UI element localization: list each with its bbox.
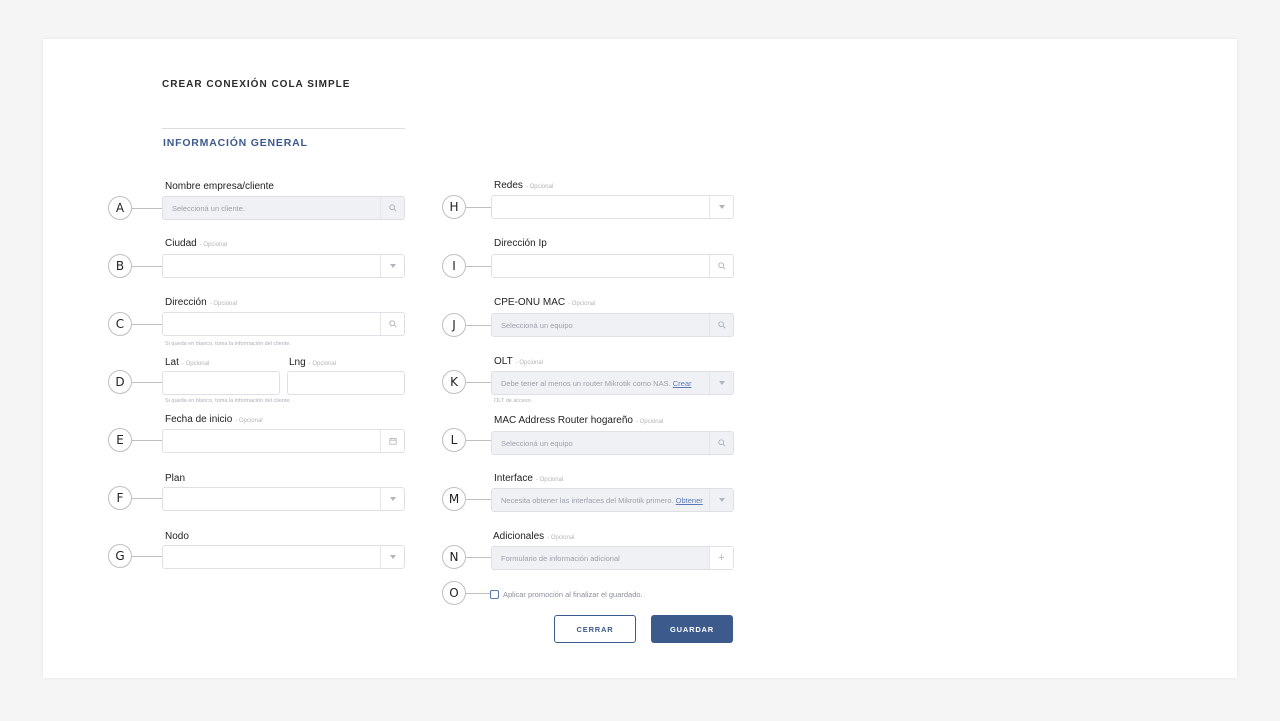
marker-connector [466,440,491,441]
calendar-icon[interactable] [380,430,404,452]
mac-router-select[interactable]: Seleccioná un equipo [491,431,734,455]
marker-connector [132,208,162,209]
marker-g: G [108,544,132,568]
save-button[interactable]: GUARDAR [651,615,733,643]
marker-c: C [108,312,132,336]
address-input[interactable] [162,312,405,336]
interface-obtain-link[interactable]: Obtener [676,496,703,505]
additional-label: Adicionales - Opcional [493,531,575,542]
olt-select[interactable]: Debe tener al menos un router Mikrotik c… [491,371,734,395]
marker-connector [132,556,162,557]
start-date-label: Fecha de inicio - Opcional [165,414,263,425]
marker-j: J [442,313,466,337]
chevron-down-icon[interactable] [709,372,733,394]
page-title: CREAR CONEXIÓN COLA SIMPLE [162,79,351,90]
city-label: Ciudad - Opcional [165,238,228,249]
additional-placeholder: Formulario de información adicional [501,554,620,563]
search-icon[interactable] [380,197,404,219]
cpe-placeholder: Seleccioná un equipo [501,321,573,330]
marker-connector [132,382,162,383]
form-card [43,39,1237,678]
chevron-down-icon[interactable] [380,546,404,568]
search-icon[interactable] [709,432,733,454]
address-label: Dirección - Opcional [165,297,238,308]
marker-b: B [108,254,132,278]
marker-connector [466,557,491,558]
chevron-down-icon[interactable] [709,489,733,511]
marker-m: M [442,487,466,511]
lng-label: Lng - Opcional [289,357,337,368]
marker-connector [132,324,162,325]
section-divider [162,128,405,129]
olt-label: OLT - Opcional [494,356,544,367]
search-icon[interactable] [709,255,733,277]
plan-select[interactable] [162,487,405,511]
marker-connector [466,382,491,383]
marker-connector [466,266,491,267]
city-select[interactable] [162,254,405,278]
client-label: Nombre empresa/cliente [165,181,274,192]
latlng-help: Si queda en blanco, toma la información … [165,398,291,404]
chevron-down-icon[interactable] [380,255,404,277]
interface-label: Interface - Opcional [494,473,564,484]
plan-label: Plan [165,473,186,484]
node-select[interactable] [162,545,405,569]
lng-input[interactable] [287,371,405,395]
promo-checkbox-label: Aplicar promoción al finalizar el guarda… [503,590,643,599]
promo-checkbox[interactable] [490,590,499,599]
mac-router-placeholder: Seleccioná un equipo [501,439,573,448]
marker-o: O [442,581,466,605]
marker-d: D [108,370,132,394]
additional-input[interactable]: Formulario de información adicional + [491,546,734,570]
olt-help: OLT de acceso [494,398,531,404]
marker-k: K [442,370,466,394]
marker-connector [466,593,491,594]
node-label: Nodo [165,531,189,542]
cancel-button[interactable]: CERRAR [554,615,636,643]
marker-a: A [108,196,132,220]
marker-connector [466,325,491,326]
olt-create-link[interactable]: Crear [673,379,692,388]
search-icon[interactable] [380,313,404,335]
cpe-select[interactable]: Seleccioná un equipo [491,313,734,337]
client-placeholder: Seleccioná un cliente. [172,204,245,213]
address-help: Si queda en blanco, toma la información … [165,341,291,347]
cpe-label: CPE-ONU MAC - Opcional [494,297,596,308]
ip-label: Dirección Ip [494,238,547,249]
chevron-down-icon[interactable] [709,196,733,218]
marker-l: L [442,428,466,452]
interface-placeholder: Necesita obtener las interfaces del Mikr… [501,496,703,505]
marker-connector [466,499,491,500]
marker-connector [132,440,162,441]
plus-icon[interactable]: + [709,547,733,569]
marker-f: F [108,486,132,510]
networks-label: Redes - Opcional [494,180,554,191]
marker-n: N [442,545,466,569]
marker-i: I [442,254,466,278]
lat-input[interactable] [162,371,280,395]
mac-router-label: MAC Address Router hogareño - Opcional [494,415,664,426]
section-title: INFORMACIÓN GENERAL [163,137,308,149]
marker-e: E [108,428,132,452]
chevron-down-icon[interactable] [380,488,404,510]
client-select[interactable]: Seleccioná un cliente. [162,196,405,220]
marker-connector [132,498,162,499]
search-icon[interactable] [709,314,733,336]
interface-select[interactable]: Necesita obtener las interfaces del Mikr… [491,488,734,512]
networks-select[interactable] [491,195,734,219]
start-date-input[interactable] [162,429,405,453]
marker-connector [132,266,162,267]
marker-connector [466,207,491,208]
marker-h: H [442,195,466,219]
lat-label: Lat - Opcional [165,357,210,368]
ip-input[interactable] [491,254,734,278]
olt-placeholder: Debe tener al menos un router Mikrotik c… [501,379,692,388]
